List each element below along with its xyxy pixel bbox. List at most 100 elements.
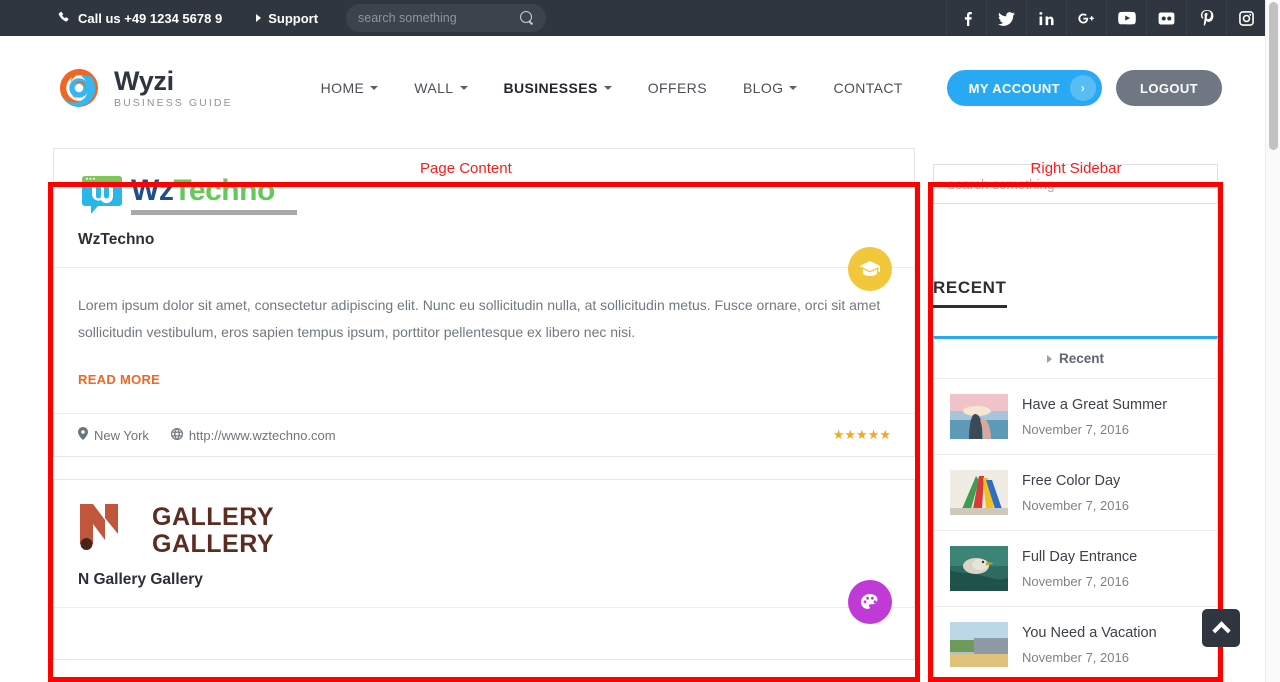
logout-label: LOGOUT [1139,80,1198,96]
post-body: Free Color Day November 7, 2016 [1022,473,1129,513]
post-title: Free Color Day [1022,472,1121,489]
read-more-link[interactable]: READ MORE [78,372,160,387]
logout-button[interactable]: LOGOUT [1115,70,1222,106]
post-title: Full Day Entrance [1022,548,1138,565]
page-scrollbar[interactable] [1265,0,1280,682]
list-item[interactable]: You Need a Vacation November 7, 2016 [934,607,1217,682]
nav-item-contact[interactable]: CONTACT [833,80,902,96]
google-plus-icon[interactable] [1066,0,1106,36]
chevron-right-icon: › [1069,75,1096,101]
wztechno-wordmark: WzTechno [131,173,297,215]
social-links [946,0,1266,36]
chevron-up-icon [1211,621,1231,640]
chevron-down-icon [603,86,612,90]
sidebar-search-box[interactable] [933,164,1218,204]
support-link[interactable]: Support [256,11,318,26]
site-header: Wyzi BUSINESS GUIDE HOME WALL BUSINESSES… [0,36,1280,140]
listing-website[interactable]: http://www.wztechno.com [170,427,336,443]
list-item[interactable]: Full Day Entrance November 7, 2016 [934,531,1217,607]
post-thumbnail [950,546,1008,591]
nav-item-businesses[interactable]: BUSINESSES [504,80,612,96]
post-date: November 7, 2016 [1022,497,1129,513]
logo-part-one: Wz [131,173,174,207]
logo-text: Wyzi BUSINESS GUIDE [114,65,233,110]
caret-right-icon [1046,354,1052,363]
chevron-down-icon [370,86,379,90]
search-icon[interactable] [520,11,534,25]
list-item[interactable]: Have a Great Summer November 7, 2016 [934,379,1217,455]
nav-label: OFFERS [647,80,707,96]
listing-description: Lorem ipsum dolor sit amet, consectetur … [78,297,881,340]
youtube-icon[interactable] [1106,0,1146,36]
sidebar-search-input[interactable] [948,176,1203,192]
nav-item-home[interactable]: HOME [321,80,379,96]
star-icon: ★ [856,427,868,442]
wyzi-swirl-logo-icon [58,67,100,109]
instagram-icon[interactable] [1226,0,1266,36]
facebook-icon[interactable] [946,0,986,36]
chevron-down-icon [789,86,798,90]
flickr-icon[interactable] [1146,0,1186,36]
post-thumbnail [950,470,1008,515]
list-item[interactable]: Free Color Day November 7, 2016 [934,455,1217,531]
recent-tabs: Recent [934,339,1217,379]
top-search-box[interactable] [346,4,547,32]
wztechno-logo-icon: WzTechno [78,171,890,219]
post-thumbnail [950,394,1008,439]
listing-title[interactable]: WzTechno [54,227,914,267]
chevron-down-icon [459,86,468,90]
sidebar-heading-wrap: RECENT [933,204,1218,308]
post-date: November 7, 2016 [1022,421,1129,437]
my-account-label: MY ACCOUNT [968,80,1060,96]
right-sidebar-column: RECENT Recent [933,140,1218,682]
post-date: November 7, 2016 [1022,649,1129,665]
gallery-n-mark-icon [78,502,134,559]
nav-item-wall[interactable]: WALL [414,80,468,96]
nav-label: BUSINESSES [503,80,598,96]
website-label: http://www.wztechno.com [188,427,336,443]
twitter-icon[interactable] [986,0,1026,36]
business-listing-card[interactable]: WzTechno WzTechno Lorem ipsum dolor sit … [53,148,915,457]
tab-recent[interactable]: Recent [1046,351,1104,366]
post-body: You Need a Vacation November 7, 2016 [1022,625,1157,665]
logo-part-two: Techno [173,173,275,207]
star-icon: ★ [879,427,891,442]
nav-label: WALL [414,80,454,96]
listing-logo: GALLERY GALLERY [54,480,914,567]
listing-title[interactable]: N Gallery Gallery [54,567,914,607]
post-body: Full Day Entrance November 7, 2016 [1022,549,1137,589]
star-icon: ★ [867,427,880,442]
my-account-button[interactable]: MY ACCOUNT › [946,70,1102,106]
star-icon: ★ [832,427,845,442]
linkedin-icon[interactable] [1026,0,1066,36]
page-content-column: WzTechno WzTechno Lorem ipsum dolor sit … [53,140,915,682]
gallery-line-2: GALLERY [152,529,275,558]
sidebar-heading: RECENT [933,278,1007,308]
nav-item-offers[interactable]: OFFERS [648,80,707,96]
logo-underline [131,209,297,215]
logo-title: Wyzi [114,65,174,96]
phone-info: Call us +49 1234 5678 9 [58,11,222,26]
gallery-wordmark: GALLERY GALLERY [152,502,275,558]
post-title: You Need a Vacation [1022,624,1157,641]
support-label: Support [268,10,319,26]
nav-label: HOME [320,80,365,96]
rating-stars: ★ ★ ★ ★ ★ [832,427,891,443]
business-listing-card[interactable]: GALLERY GALLERY N Gallery Gallery [53,479,915,660]
pinterest-icon[interactable] [1186,0,1226,36]
palette-icon[interactable] [848,580,892,624]
scroll-to-top-button[interactable] [1202,609,1240,647]
site-logo[interactable]: Wyzi BUSINESS GUIDE [58,67,233,109]
main-area: WzTechno WzTechno Lorem ipsum dolor sit … [0,140,1280,682]
gallery-line-1: GALLERY [152,502,275,531]
location-label: New York [94,427,149,443]
search-input[interactable] [358,11,521,25]
scrollbar-thumb[interactable] [1269,2,1278,150]
nav-item-blog[interactable]: BLOG [743,80,798,96]
phone-label: Call us +49 1234 5678 9 [78,10,223,26]
header-actions: MY ACCOUNT › LOGOUT [946,70,1222,106]
listing-description [54,608,914,659]
post-date: November 7, 2016 [1022,573,1129,589]
graduation-cap-icon[interactable] [848,247,892,291]
caret-right-icon [256,14,262,22]
